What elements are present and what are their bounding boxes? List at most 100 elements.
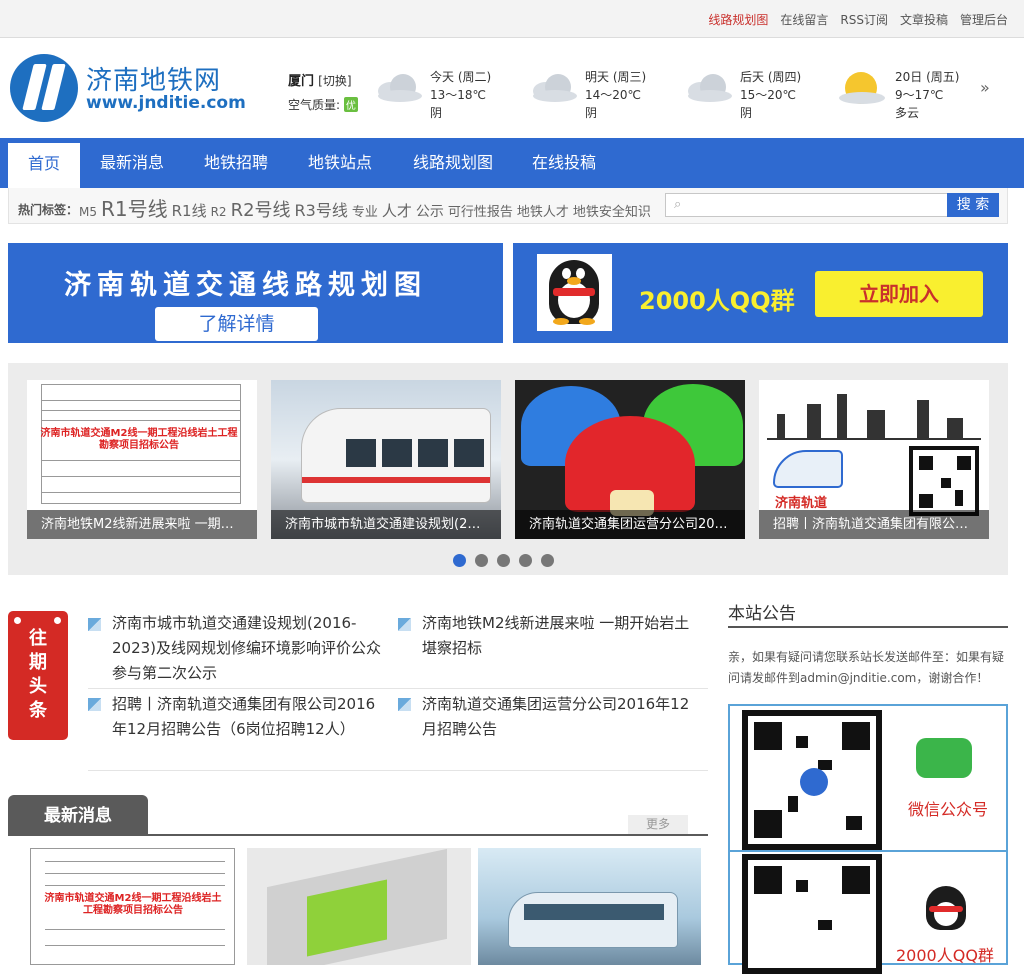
headline-item[interactable]: 招聘丨济南轨道交通集团有限公司2016年12月招聘公告（6岗位招聘12人） bbox=[112, 692, 384, 742]
tag-link[interactable]: R2 bbox=[211, 205, 227, 219]
nav-item-latest-news[interactable]: 最新消息 bbox=[86, 138, 178, 188]
slide-item[interactable]: 济南轨道 招聘丨济南轨道交通集团有限公司2016年12月招聘公告 bbox=[759, 380, 989, 539]
weather-day-label: 明天 (周三) bbox=[585, 70, 647, 84]
news-thumbnail[interactable] bbox=[478, 848, 701, 965]
notice-title: 本站公告 bbox=[728, 604, 796, 624]
skyline-image bbox=[767, 390, 981, 440]
list-bullet-icon bbox=[88, 698, 101, 711]
weather-cond: 阴 bbox=[585, 106, 598, 120]
wechat-qr-code-icon bbox=[742, 710, 882, 850]
city-name: 厦门 bbox=[288, 74, 315, 89]
weather-temp: 9～17℃ bbox=[895, 88, 944, 102]
route-map-banner-title: 济南轨道交通线路规划图 bbox=[64, 270, 427, 301]
slider-dot[interactable] bbox=[453, 554, 466, 567]
qq-qr-code-icon bbox=[742, 854, 882, 974]
qq-group-banner-title: 2000人QQ群 bbox=[639, 287, 795, 315]
headline-item[interactable]: 济南市城市轨道交通建设规划(2016-2023)及线网规划修编环境影响评价公众参… bbox=[112, 611, 384, 686]
weather-next-icon[interactable]: » bbox=[980, 78, 990, 97]
subway-train-image bbox=[508, 892, 678, 948]
slide-caption: 济南轨道交通集团运营分公司2016年12月招聘公告 bbox=[515, 510, 745, 539]
qr-code-icon bbox=[909, 446, 979, 516]
cloudy-icon bbox=[529, 72, 579, 104]
partly-sunny-icon bbox=[839, 72, 889, 104]
tag-link[interactable]: 地铁人才 bbox=[517, 205, 569, 220]
top-bar: 线路规划图 在线留言 RSS订阅 文章投稿 管理后台 bbox=[0, 0, 1024, 38]
wechat-label: 微信公众号 bbox=[908, 800, 989, 819]
weather-day-label: 后天 (周四) bbox=[740, 70, 802, 84]
divider bbox=[88, 770, 708, 771]
hot-tags-label: 热门标签： bbox=[18, 203, 79, 217]
learn-more-button[interactable]: 了解详情 bbox=[155, 307, 318, 341]
tag-link[interactable]: 公示 bbox=[416, 204, 444, 220]
hot-tags-list: M5 R1号线 R1线 R2 R2号线 R3号线 专业 人才 公示 可行性报告 地铁人才 地铁安全知识 bbox=[79, 193, 655, 222]
top-link-admin[interactable]: 管理后台 bbox=[960, 11, 1008, 28]
weather-temp: 15～20℃ bbox=[740, 88, 797, 102]
slide-caption: 济南市城市轨道交通建设规划(2016-2023)及线网规划修编环境影响评价公众参… bbox=[271, 510, 501, 539]
city-switch-link[interactable]: [切换] bbox=[318, 74, 351, 88]
nav-item-stations[interactable]: 地铁站点 bbox=[294, 138, 386, 188]
slider-dot[interactable] bbox=[541, 554, 554, 567]
nav-item-recruitment[interactable]: 地铁招聘 bbox=[190, 138, 282, 188]
search-button[interactable]: 搜 索 bbox=[947, 193, 999, 217]
nav-item-submit[interactable]: 在线投稿 bbox=[518, 138, 610, 188]
tag-link[interactable]: R1号线 bbox=[101, 197, 168, 221]
more-button[interactable]: 更多 bbox=[628, 815, 688, 834]
list-bullet-icon bbox=[398, 618, 411, 631]
slider-dot[interactable] bbox=[497, 554, 510, 567]
weather-day-3: 后天 (周四) 15～20℃ 阴 bbox=[688, 68, 802, 122]
nav-item-route-map[interactable]: 线路规划图 bbox=[398, 138, 508, 188]
tag-link[interactable]: R1线 bbox=[172, 202, 207, 220]
news-thumbnail[interactable]: 济南市轨道交通M2线一期工程沿线岩土工程勘察项目招标公告 bbox=[30, 848, 235, 965]
top-link-rss[interactable]: RSS订阅 bbox=[840, 11, 888, 28]
train-image bbox=[301, 408, 491, 503]
logo-icon[interactable] bbox=[10, 54, 78, 122]
latest-news-tab[interactable]: 最新消息 bbox=[8, 795, 148, 835]
slide-item[interactable]: 济南市轨道交通M2线一期工程沿线岩土工程勘察项目招标公告 济南地铁M2线新进展来… bbox=[27, 380, 257, 539]
join-now-button[interactable]: 立即加入 bbox=[815, 271, 983, 317]
qr-panel: 微信公众号 2000人QQ群 bbox=[728, 704, 1008, 974]
top-links: 线路规划图 在线留言 RSS订阅 文章投稿 管理后台 bbox=[708, 11, 1008, 28]
tag-link[interactable]: M5 bbox=[79, 205, 97, 219]
notice-underline bbox=[728, 626, 1008, 628]
headline-item[interactable]: 济南轨道交通集团运营分公司2016年12月招聘公告 bbox=[422, 692, 697, 742]
logo-url[interactable]: www.jnditie.com bbox=[86, 93, 246, 113]
search-input[interactable] bbox=[692, 196, 942, 214]
tag-link[interactable]: 专业 bbox=[352, 205, 378, 220]
tag-link[interactable]: R2号线 bbox=[231, 200, 291, 221]
slide-item[interactable]: 济南市城市轨道交通建设规划(2016-2023)及线网规划修编环境影响评价公众参… bbox=[271, 380, 501, 539]
news-thumbnail[interactable] bbox=[247, 848, 471, 965]
notice-text: 亲，如果有疑问请您联系站长发送邮件至：如果有疑问请发邮件到admin@jndit… bbox=[728, 650, 1005, 685]
weather-city: 厦门 [切换] bbox=[288, 70, 352, 89]
logo-title[interactable]: 济南地铁网 bbox=[86, 60, 221, 97]
slider-dot[interactable] bbox=[475, 554, 488, 567]
slide-brand: 济南轨道 bbox=[775, 496, 828, 511]
cloudy-icon bbox=[374, 72, 424, 104]
slide-item[interactable]: 济南轨道交通集团运营分公司2016年12月招聘公告 bbox=[515, 380, 745, 539]
weather-day-label: 20日 (周五) bbox=[895, 70, 960, 84]
qq-group-label: 2000人QQ群 bbox=[896, 946, 994, 965]
qq-group-banner[interactable]: 2000人QQ群 立即加入 bbox=[513, 243, 1008, 343]
tag-link[interactable]: 人才 bbox=[382, 202, 412, 220]
past-headlines-label: 往期头条 bbox=[29, 628, 47, 721]
top-link-route-map[interactable]: 线路规划图 bbox=[708, 11, 768, 28]
nav-item-home[interactable]: 首页 bbox=[8, 143, 80, 188]
tag-link[interactable]: 可行性报告 bbox=[448, 205, 513, 220]
weather-cond: 多云 bbox=[895, 106, 920, 120]
list-bullet-icon bbox=[88, 618, 101, 631]
tag-link[interactable]: R3号线 bbox=[295, 201, 348, 220]
past-headlines-tag: 往期头条 bbox=[8, 611, 68, 740]
headline-slider: 济南市轨道交通M2线一期工程沿线岩土工程勘察项目招标公告 济南地铁M2线新进展来… bbox=[8, 363, 1008, 575]
weather-day-1: 今天 (周二) 13～18℃ 阴 bbox=[378, 68, 492, 122]
search-box: ⌕ bbox=[665, 193, 948, 217]
route-map-banner[interactable]: 济南轨道交通线路规划图 了解详情 bbox=[8, 243, 503, 343]
tag-link[interactable]: 地铁安全知识 bbox=[573, 205, 651, 220]
slider-dot[interactable] bbox=[519, 554, 532, 567]
weather-day-label: 今天 (周二) bbox=[430, 70, 492, 84]
weather-day-2: 明天 (周三) 14～20℃ 阴 bbox=[533, 68, 647, 122]
weather-day-4: 20日 (周五) 9～17℃ 多云 bbox=[839, 68, 960, 122]
slider-pagination bbox=[453, 554, 554, 567]
divider bbox=[88, 688, 708, 689]
headline-item[interactable]: 济南地铁M2线新进展来啦 一期开始岩土堪察招标 bbox=[422, 611, 697, 661]
top-link-submit-article[interactable]: 文章投稿 bbox=[900, 11, 948, 28]
top-link-guestbook[interactable]: 在线留言 bbox=[780, 11, 828, 28]
